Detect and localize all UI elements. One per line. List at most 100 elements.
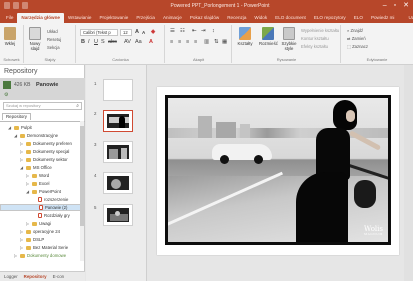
tree-item[interactable]: Rozdziały gry xyxy=(0,212,81,219)
align-center-icon[interactable]: ≡ xyxy=(178,39,181,45)
expand-icon[interactable]: ▷ xyxy=(20,140,24,147)
change-case-icon[interactable]: Aa xyxy=(135,39,142,45)
expand-icon[interactable]: ▷ xyxy=(20,148,24,155)
text-direction-icon[interactable]: ⇅ xyxy=(214,39,219,45)
expand-icon[interactable]: ▷ xyxy=(26,180,30,187)
tab-logger[interactable]: Logger xyxy=(4,272,18,281)
numbering-icon[interactable]: ☷ xyxy=(180,28,185,34)
save-icon[interactable] xyxy=(4,2,10,9)
close-button[interactable]: ✕ xyxy=(403,1,409,10)
tab-transitions[interactable]: Przejścia xyxy=(132,13,159,23)
tab-repository[interactable]: Repository xyxy=(2,113,31,120)
tree-item[interactable]: ▷ Word xyxy=(0,172,81,179)
slide-thumbnail-5[interactable] xyxy=(103,204,133,226)
font-name-select[interactable]: Calibri (Tekst p xyxy=(80,29,118,36)
line-spacing-icon[interactable]: ↕ xyxy=(212,28,215,34)
redo-icon[interactable] xyxy=(22,2,28,9)
tab-elo-repository[interactable]: ELO repozytory xyxy=(310,13,350,23)
arrange-button[interactable]: Rozmieść xyxy=(259,27,278,46)
tree-item[interactable]: ▷ Dokumenty sektor xyxy=(0,156,81,163)
tab-elo-document[interactable]: ELO document xyxy=(271,13,310,23)
tab-view[interactable]: Widok xyxy=(250,13,271,23)
tab-animations[interactable]: Animacje xyxy=(159,13,186,23)
tree-item[interactable]: ◢ Pulpit xyxy=(0,124,81,131)
current-slide[interactable]: Wolis MAGNUM xyxy=(157,87,399,255)
tree-item[interactable]: ▷ Uwagi xyxy=(0,220,81,227)
minimize-button[interactable]: – xyxy=(383,1,387,10)
tab-elo[interactable]: ELO xyxy=(350,13,367,23)
shrink-font-icon[interactable]: A xyxy=(142,30,145,35)
tab-econ[interactable]: E-con xyxy=(53,272,64,281)
select-button[interactable]: ⬚ Zaznacz xyxy=(347,44,368,49)
tab-slideshow[interactable]: Pokaz slajdów xyxy=(186,13,223,23)
expand-icon[interactable]: ▷ xyxy=(20,228,24,235)
expand-icon[interactable]: ▷ xyxy=(20,156,24,163)
scrollbar-thumb[interactable] xyxy=(80,126,84,226)
search-input[interactable]: Szukaj w repository ⌕ xyxy=(3,102,82,110)
shape-fill-button[interactable]: Wypełnienie kształtu xyxy=(301,28,339,33)
expand-icon[interactable]: ▷ xyxy=(20,236,24,243)
clear-format-icon[interactable]: ◈ xyxy=(151,29,155,35)
tree-item[interactable]: ▷ operacyjne 24 xyxy=(0,228,81,235)
tab-repository-bottom[interactable]: Repository xyxy=(24,272,47,281)
shadow-icon[interactable]: S xyxy=(101,39,105,45)
align-left-icon[interactable]: ≡ xyxy=(170,39,173,45)
increase-indent-icon[interactable]: ⇥ xyxy=(201,28,206,34)
tab-design[interactable]: Projektowanie xyxy=(95,13,132,23)
tree-item[interactable]: rozszerzenie xyxy=(0,196,81,203)
bold-icon[interactable]: B xyxy=(81,39,85,45)
reset-button[interactable]: Resetuj xyxy=(47,37,61,42)
collapse-icon[interactable]: ◢ xyxy=(14,132,18,139)
tree-item[interactable]: ▷ Bez Material Serie xyxy=(0,244,81,251)
smartart-icon[interactable]: ▦ xyxy=(222,39,227,45)
expand-icon[interactable]: ▷ xyxy=(14,252,18,259)
spacing-icon[interactable]: AV xyxy=(124,39,131,45)
font-color-icon[interactable]: A xyxy=(149,39,153,45)
align-right-icon[interactable]: ≡ xyxy=(186,39,189,45)
find-button[interactable]: ⌕ Znajdź xyxy=(347,28,363,33)
replace-button[interactable]: ⇄ Zamień xyxy=(347,36,366,41)
underline-icon[interactable]: U xyxy=(94,39,98,45)
expand-icon[interactable]: ▷ xyxy=(26,172,30,179)
slide-photo[interactable]: Wolis MAGNUM xyxy=(165,95,391,245)
undo-icon[interactable] xyxy=(13,2,19,9)
bullets-icon[interactable]: ☰ xyxy=(170,28,175,34)
tab-file[interactable]: File xyxy=(2,13,17,23)
tree-item[interactable]: ▷ Dokumenty preferen xyxy=(0,140,81,147)
tab-insert[interactable]: Wstawianie xyxy=(64,13,96,23)
tree-item[interactable]: ▷ Dokumenty specjal xyxy=(0,148,81,155)
tree-item[interactable]: ▷ DSLP xyxy=(0,236,81,243)
maximize-button[interactable]: ▫ xyxy=(394,1,396,10)
shapes-button[interactable]: Kształty xyxy=(237,27,253,46)
shape-outline-button[interactable]: Kontur kształtu xyxy=(301,36,329,41)
tree-item[interactable]: ▷ Excel xyxy=(0,180,81,187)
collapse-icon[interactable]: ◢ xyxy=(20,164,24,171)
grow-font-icon[interactable]: A xyxy=(135,29,139,35)
justify-icon[interactable]: ≡ xyxy=(194,39,197,45)
columns-icon[interactable]: ▥ xyxy=(204,39,209,45)
slide-thumbnail-4[interactable] xyxy=(103,172,133,194)
shape-effects-button[interactable]: Efekty kształtu xyxy=(301,44,328,49)
expand-icon[interactable]: ▷ xyxy=(20,244,24,251)
editor-scrollbar[interactable] xyxy=(404,65,413,281)
strikethrough-icon[interactable]: abc xyxy=(108,39,117,45)
new-slide-button[interactable]: Nowy slajd xyxy=(28,27,42,51)
decrease-indent-icon[interactable]: ⇤ xyxy=(192,28,197,34)
tab-home[interactable]: Narzędzia główne xyxy=(17,13,64,23)
tab-review[interactable]: Recenzja xyxy=(223,13,250,23)
layout-button[interactable]: Układ xyxy=(47,29,58,34)
tree-item[interactable]: ◢ PowerPoint xyxy=(0,188,81,195)
tell-me-search[interactable]: Powiedz mi xyxy=(367,13,399,23)
italic-icon[interactable]: I xyxy=(88,39,90,45)
slide-thumbnail-1[interactable] xyxy=(103,79,133,101)
tree-item[interactable]: ◢ Demonstracyjne xyxy=(0,132,81,139)
slide-thumbnail-3[interactable] xyxy=(103,141,133,163)
share-button[interactable]: Udostępnij xyxy=(404,13,413,23)
tree-scrollbar[interactable] xyxy=(80,121,84,261)
section-button[interactable]: Sekcja xyxy=(47,45,60,50)
search-icon[interactable]: ⌕ xyxy=(76,103,79,109)
tree-item[interactable]: ▷ Dokumenty domowe xyxy=(0,252,81,259)
paste-button[interactable]: Wklej xyxy=(3,27,17,46)
quick-styles-button[interactable]: Szybkie style xyxy=(281,27,297,51)
tree-item[interactable]: ◢ MS Office xyxy=(0,164,81,171)
